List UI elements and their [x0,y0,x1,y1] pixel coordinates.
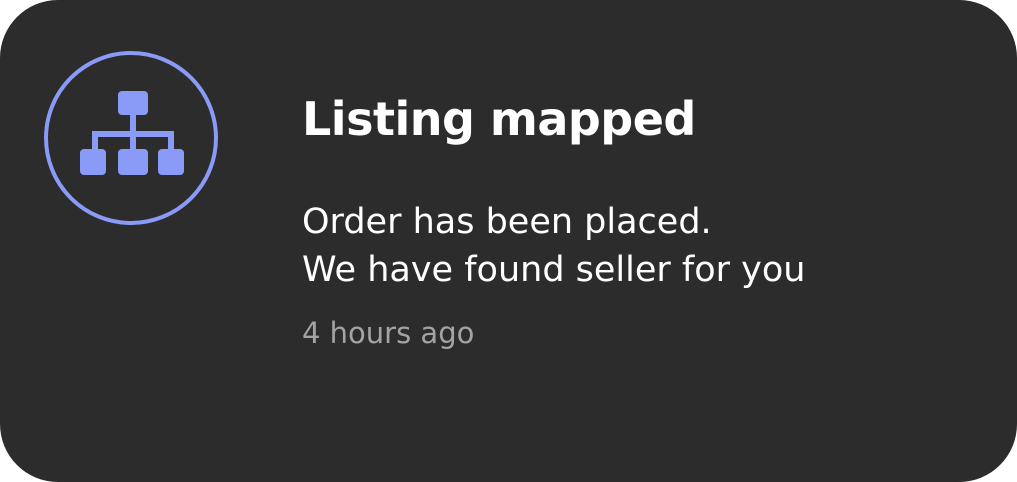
icon-badge [44,51,218,225]
notification-title: Listing mapped [302,92,696,146]
notification-card[interactable]: Listing mapped Order has been placed. We… [0,0,1017,482]
message-line: Order has been placed. [302,202,712,242]
message-line: We have found seller for you [302,250,806,290]
notification-timestamp: 4 hours ago [302,316,475,350]
notification-message: Order has been placed. We have found sel… [302,198,805,294]
sitemap-icon [80,91,184,175]
